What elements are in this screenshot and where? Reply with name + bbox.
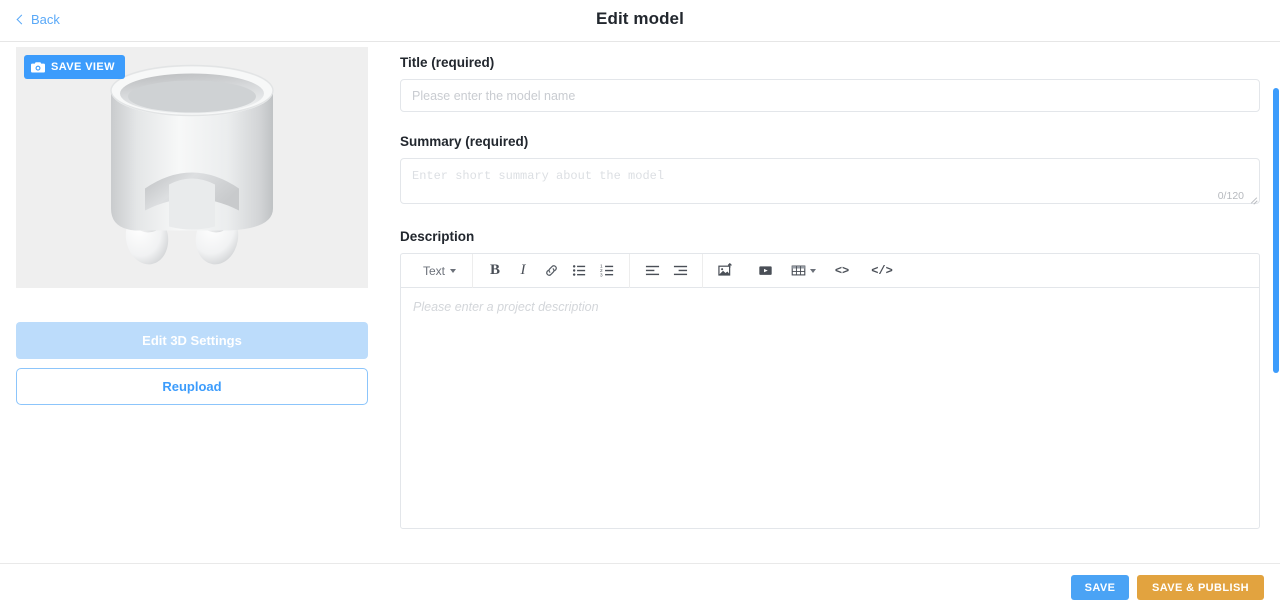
align-right-button[interactable] — [666, 258, 694, 284]
image-upload-icon — [717, 263, 732, 276]
edit-model-form: Title (required) Summary (required) 0/12… — [400, 55, 1260, 529]
app-header: Back Edit model — [0, 0, 1280, 42]
inline-code-button[interactable]: <> — [828, 258, 856, 284]
reupload-label: Reupload — [162, 379, 222, 394]
summary-textarea[interactable] — [400, 158, 1260, 204]
save-view-label: SAVE VIEW — [51, 61, 115, 73]
chevron-down-icon — [810, 268, 817, 273]
description-editor-body[interactable]: Please enter a project description — [401, 288, 1259, 528]
save-and-publish-button[interactable]: SAVE & PUBLISH — [1137, 575, 1264, 600]
ordered-list-icon: 1 2 3 — [600, 264, 613, 277]
toolbar-group-inline: B I 1 2 3 — [473, 254, 631, 288]
footer-bar: SAVE SAVE & PUBLISH — [0, 563, 1280, 608]
description-field-label: Description — [400, 229, 475, 244]
italic-button[interactable]: I — [509, 258, 537, 284]
save-button-label: SAVE — [1084, 581, 1116, 594]
summary-char-counter: 0/120 — [1217, 190, 1244, 202]
edit-3d-settings-button[interactable]: Edit 3D Settings — [16, 322, 368, 359]
summary-field-label: Summary (required) — [400, 134, 529, 149]
video-icon — [758, 266, 772, 275]
model-3d-render — [110, 64, 274, 264]
title-input[interactable] — [400, 79, 1260, 112]
ordered-list-button[interactable]: 1 2 3 — [593, 258, 621, 284]
chevron-down-icon — [450, 268, 457, 273]
toolbar-group-style: Text — [407, 254, 474, 288]
camera-icon — [31, 61, 45, 72]
code-block-button[interactable]: </> — [868, 258, 896, 284]
table-insert-button[interactable] — [791, 258, 817, 284]
video-embed-button[interactable] — [751, 258, 779, 284]
link-button[interactable] — [537, 258, 565, 284]
reupload-button[interactable]: Reupload — [16, 368, 368, 405]
align-left-icon — [645, 265, 659, 276]
bold-button[interactable]: B — [481, 258, 509, 284]
vertical-scrollbar-thumb[interactable] — [1273, 88, 1279, 373]
save-button[interactable]: SAVE — [1071, 575, 1129, 600]
text-style-label: Text — [423, 263, 446, 278]
description-rich-text-editor: Text B I 1 2 3 <> </> Please enter a pro… — [400, 253, 1260, 529]
editor-toolbar: Text B I 1 2 3 <> </> — [401, 254, 1259, 288]
title-field-label: Title (required) — [400, 55, 495, 70]
summary-field-wrapper: 0/120 — [400, 158, 1260, 204]
page-title: Edit model — [596, 9, 684, 28]
link-icon — [545, 265, 557, 276]
table-icon — [791, 265, 806, 276]
vertical-scrollbar-track[interactable] — [1272, 43, 1280, 563]
toolbar-group-embed: <> </> — [703, 254, 904, 288]
left-panel: SAVE VIEW Edit 3D Settings Reupload — [16, 47, 368, 405]
edit-3d-settings-label: Edit 3D Settings — [142, 333, 242, 348]
align-left-button[interactable] — [638, 258, 666, 284]
bullet-list-button[interactable] — [565, 258, 593, 284]
model-3d-viewer[interactable]: SAVE VIEW — [16, 47, 368, 288]
svg-text:3: 3 — [600, 272, 603, 277]
toolbar-group-align — [630, 254, 704, 288]
bullet-list-icon — [572, 265, 585, 276]
save-view-button[interactable]: SAVE VIEW — [24, 55, 125, 79]
text-style-dropdown[interactable]: Text — [415, 258, 464, 284]
save-and-publish-label: SAVE & PUBLISH — [1151, 581, 1250, 594]
image-upload-button[interactable] — [711, 258, 739, 284]
align-right-icon — [673, 265, 687, 276]
